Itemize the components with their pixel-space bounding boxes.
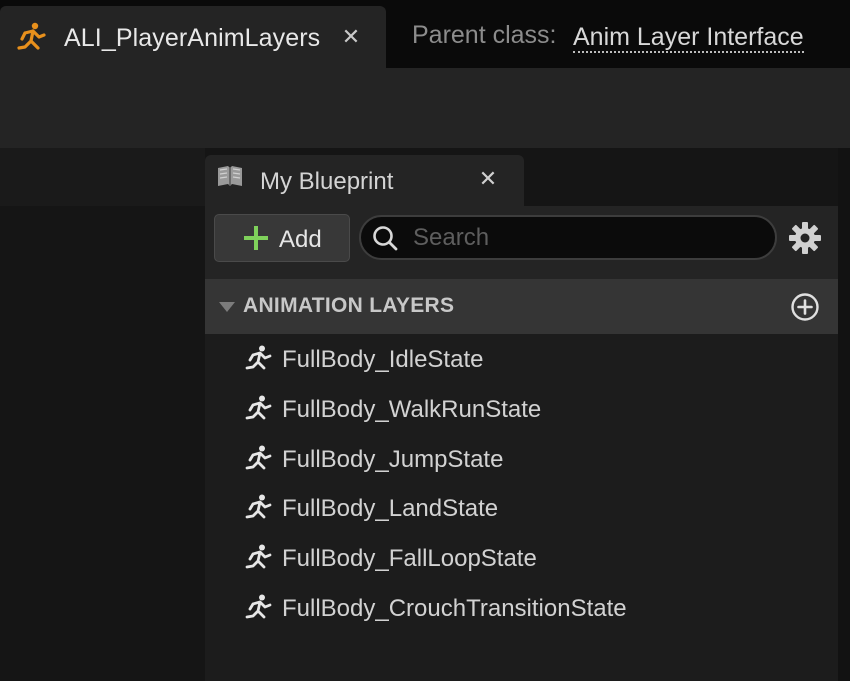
running-figure-icon [245, 345, 272, 370]
animation-layers-category[interactable]: ANIMATION LAYERS [205, 279, 838, 334]
left-panel [0, 206, 197, 681]
search-input[interactable] [413, 221, 763, 254]
search-icon [373, 226, 398, 251]
editor-window: ALI_PlayerAnimLayers ✕ Parent class: Ani… [0, 0, 850, 681]
document-tab[interactable]: ALI_PlayerAnimLayers ✕ [0, 6, 386, 68]
layer-label: FullBody_FallLoopState [282, 545, 537, 573]
triangle-down-icon[interactable] [218, 300, 236, 314]
close-icon[interactable]: ✕ [475, 166, 501, 192]
list-item[interactable]: FullBody_LandState [205, 483, 838, 533]
running-figure-icon [245, 594, 272, 619]
category-title: ANIMATION LAYERS [243, 294, 455, 317]
my-blueprint-tab-title: My Blueprint [260, 168, 394, 195]
layer-label: FullBody_LandState [282, 495, 499, 523]
close-icon[interactable]: ✕ [338, 24, 364, 50]
search-box[interactable] [359, 215, 777, 260]
add-circle-icon[interactable] [790, 292, 820, 322]
add-button[interactable]: Add [214, 214, 350, 262]
list-item[interactable]: FullBody_WalkRunState [205, 384, 838, 434]
layer-label: FullBody_CrouchTransitionState [282, 594, 627, 622]
my-blueprint-tab[interactable]: My Blueprint ✕ [205, 155, 524, 206]
list-item[interactable]: FullBody_FallLoopState [205, 533, 838, 583]
layer-label: FullBody_WalkRunState [282, 395, 542, 423]
running-figure-icon [245, 445, 272, 469]
left-panel-header [0, 148, 205, 206]
animation-layer-list: FullBody_IdleState FullBody_WalkRunState… [205, 334, 838, 633]
parent-class-label: Parent class: [412, 21, 557, 49]
list-item[interactable]: FullBody_IdleState [205, 334, 838, 384]
running-figure-icon [245, 494, 272, 519]
list-item[interactable]: FullBody_JumpState [205, 434, 838, 484]
list-item[interactable]: FullBody_CrouchTransitionState [205, 583, 838, 633]
layer-label: FullBody_IdleState [282, 346, 484, 373]
title-bar: ALI_PlayerAnimLayers ✕ Parent class: Ani… [0, 0, 850, 68]
running-figure-icon [245, 544, 272, 569]
right-edge [838, 148, 850, 681]
parent-class-link[interactable]: Anim Layer Interface [573, 23, 804, 53]
gear-icon[interactable] [788, 221, 822, 255]
toolbar [0, 68, 850, 148]
book-icon [218, 166, 242, 186]
layer-label: FullBody_JumpState [282, 445, 504, 473]
running-figure-icon [17, 22, 46, 50]
document-tab-title: ALI_PlayerAnimLayers [64, 24, 321, 52]
add-button-label: Add [279, 226, 322, 253]
running-figure-icon [245, 395, 272, 420]
plus-icon [244, 226, 268, 250]
